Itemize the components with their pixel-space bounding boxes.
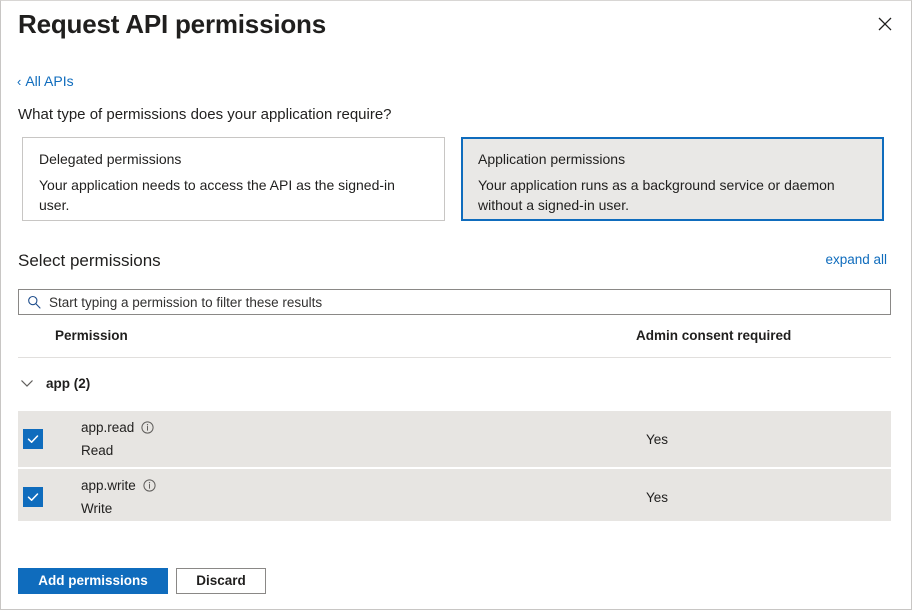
permission-name: app.write [81,478,136,493]
info-icon[interactable] [143,479,156,492]
card-description: Your application runs as a background se… [478,175,867,216]
permission-name-cell: app.write [81,478,156,493]
back-to-all-apis-link[interactable]: ‹ All APIs [17,73,74,89]
discard-button[interactable]: Discard [176,568,266,594]
card-application-permissions[interactable]: Application permissions Your application… [461,137,884,221]
permission-type-cards: Delegated permissions Your application n… [22,137,884,221]
panel-footer: Add permissions Discard [18,568,266,594]
permission-checkbox[interactable] [23,487,43,507]
card-delegated-permissions[interactable]: Delegated permissions Your application n… [22,137,445,221]
request-api-permissions-panel: Request API permissions ‹ All APIs What … [0,0,912,610]
permission-name: app.read [81,420,134,435]
card-title: Application permissions [478,151,867,167]
permission-name-cell: app.read [81,420,154,435]
card-description: Your application needs to access the API… [39,175,428,216]
table-row[interactable]: app.write Write Yes [18,469,891,521]
permissions-table-body: app.read Read Yes app.write [18,411,891,521]
chevron-down-icon[interactable] [18,374,36,392]
permission-type-question: What type of permissions does your appli… [18,106,392,123]
column-header-permission: Permission [55,328,128,343]
permission-description: Read [81,443,113,458]
close-icon [878,17,892,31]
permission-filter[interactable] [18,289,891,315]
permission-admin-consent: Yes [646,490,668,505]
search-icon [27,295,41,309]
expand-all-link[interactable]: expand all [825,252,887,267]
permission-checkbox[interactable] [23,429,43,449]
card-title: Delegated permissions [39,151,428,167]
back-link-label: All APIs [25,73,73,89]
permission-group-label: app (2) [46,376,90,391]
select-permissions-heading: Select permissions [18,251,161,271]
permissions-table-header: Permission Admin consent required [18,328,891,358]
info-icon[interactable] [141,421,154,434]
close-button[interactable] [869,9,901,39]
table-row[interactable]: app.read Read Yes [18,411,891,467]
search-input[interactable] [49,295,882,310]
page-title: Request API permissions [18,9,326,40]
permission-admin-consent: Yes [646,432,668,447]
permission-description: Write [81,501,112,516]
column-header-admin-consent: Admin consent required [636,328,791,343]
add-permissions-button[interactable]: Add permissions [18,568,168,594]
chevron-left-icon: ‹ [17,75,21,88]
permission-group-app[interactable]: app (2) [18,374,90,392]
